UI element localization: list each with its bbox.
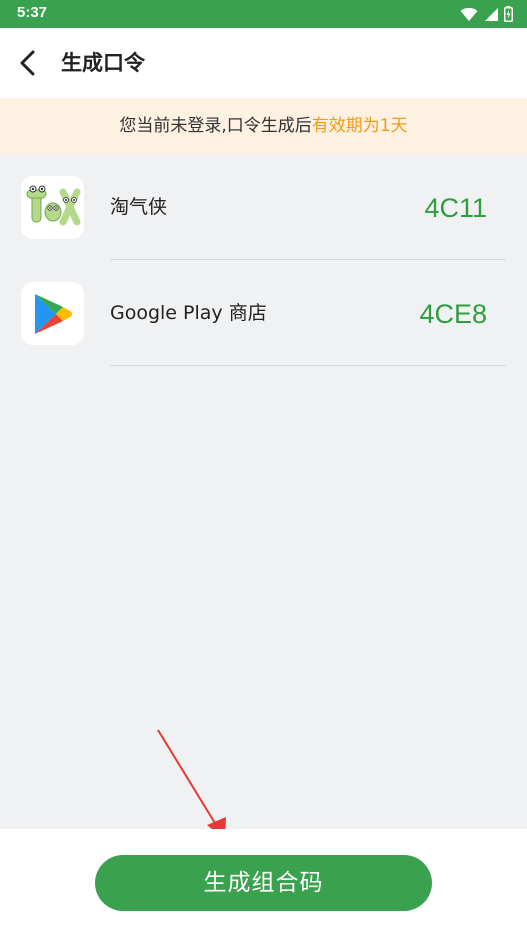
status-time: 5:37 bbox=[17, 4, 48, 21]
app-name: Google Play 商店 bbox=[110, 302, 267, 324]
generate-combo-code-button[interactable]: 生成组合码 bbox=[95, 855, 432, 911]
divider bbox=[110, 365, 506, 366]
back-button[interactable] bbox=[6, 41, 50, 85]
notice-highlight: 有效期为1天 bbox=[311, 116, 408, 136]
wifi-icon bbox=[460, 7, 478, 21]
cellular-signal-icon bbox=[485, 7, 498, 21]
bottom-panel: 生成组合码 bbox=[0, 829, 527, 936]
app-code: 4C11 bbox=[424, 193, 487, 223]
list-item[interactable]: Google Play 商店 4CE8 bbox=[0, 260, 527, 366]
app-name: 淘气侠 bbox=[110, 196, 168, 218]
app-code-list: 淘气侠 4C11 Google Play 商店 4CE8 bbox=[0, 154, 527, 366]
login-notice: 您当前未登录,口令生成后有效期为1天 bbox=[0, 98, 527, 154]
chevron-left-icon bbox=[20, 50, 35, 76]
notice-text: 您当前未登录,口令生成后 bbox=[119, 116, 312, 136]
google-play-icon bbox=[21, 282, 84, 345]
status-icons bbox=[460, 5, 513, 23]
taoqixia-app-icon bbox=[21, 176, 84, 239]
app-code: 4CE8 bbox=[419, 299, 487, 329]
page-title: 生成口令 bbox=[61, 51, 145, 75]
red-arrow-annotation bbox=[157, 729, 226, 840]
top-bar: 生成口令 bbox=[0, 28, 527, 98]
list-item[interactable]: 淘气侠 4C11 bbox=[0, 154, 527, 260]
status-bar: 5:37 bbox=[0, 0, 527, 28]
battery-icon bbox=[504, 6, 513, 22]
